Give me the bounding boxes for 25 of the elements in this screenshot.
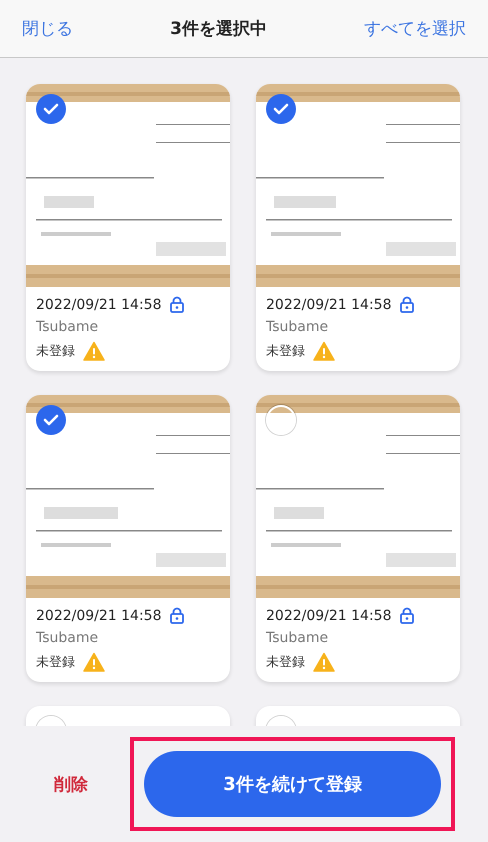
header-title: 3件を選択中 (170, 18, 267, 40)
owner-name: Tsubame (266, 319, 330, 335)
register-button[interactable]: 3件を続けて登録 (144, 751, 441, 817)
select-all-button[interactable]: すべてを選択 (364, 17, 466, 40)
status-label: 未登録 (36, 654, 75, 671)
receipt-date: 2022/09/21 14:58 (266, 608, 392, 624)
receipt-card[interactable]: 2022/09/21 14:58 Tsubame 未登録 (256, 395, 460, 682)
delete-button[interactable]: 削除 (54, 772, 88, 796)
receipt-card[interactable]: 2022/09/21 14:58 Tsubame 未登録 (26, 84, 230, 371)
status-label: 未登録 (266, 343, 305, 360)
receipt-date: 2022/09/21 14:58 (266, 296, 392, 312)
status-label: 未登録 (36, 343, 75, 360)
owner-name: Tsubame (36, 630, 100, 646)
receipt-date: 2022/09/21 14:58 (36, 296, 162, 312)
checkbox[interactable] (266, 405, 296, 435)
receipt-date: 2022/09/21 14:58 (36, 608, 162, 624)
receipt-card[interactable]: 2022/09/21 14:58 Tsubame 未登録 (26, 395, 230, 682)
check-icon (43, 414, 59, 426)
status-label: 未登録 (266, 654, 305, 671)
owner-name: Tsubame (36, 319, 100, 335)
check-icon (43, 103, 59, 115)
receipt-card[interactable]: 2022/09/21 14:58 Tsubame 未登録 (256, 84, 460, 371)
owner-name: Tsubame (266, 630, 330, 646)
close-button[interactable]: 閉じる (22, 17, 73, 40)
check-icon (273, 103, 289, 115)
